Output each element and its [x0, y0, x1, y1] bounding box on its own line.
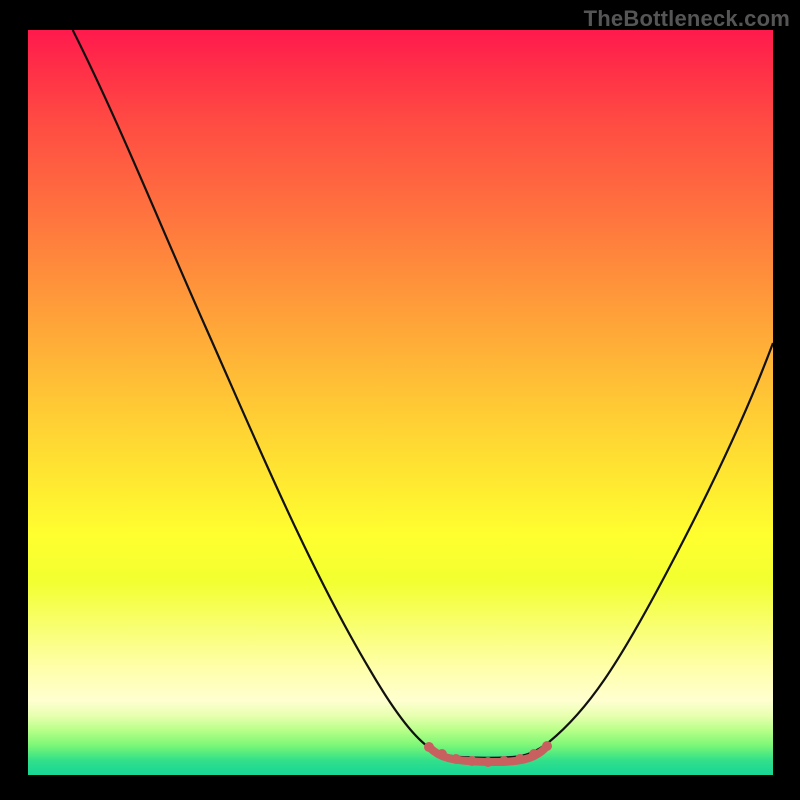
plot-area [28, 30, 773, 775]
bottleneck-curve [73, 30, 773, 758]
watermark-text: TheBottleneck.com [584, 6, 790, 32]
chart-frame: TheBottleneck.com [0, 0, 800, 800]
optimal-region-dots [424, 741, 552, 767]
chart-svg [28, 30, 773, 775]
